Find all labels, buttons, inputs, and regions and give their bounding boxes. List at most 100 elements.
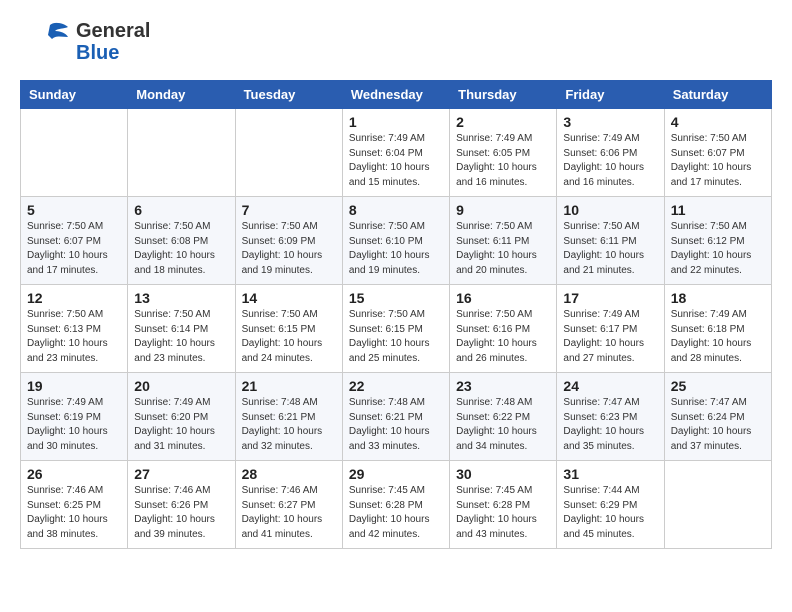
day-number: 10 [563,202,657,218]
day-number: 9 [456,202,550,218]
calendar-cell: 18 Sunrise: 7:49 AMSunset: 6:18 PMDaylig… [664,285,771,373]
day-number: 21 [242,378,336,394]
day-detail: Sunrise: 7:47 AMSunset: 6:23 PMDaylight:… [563,396,657,454]
day-number: 8 [349,202,443,218]
day-number: 18 [671,290,765,306]
day-number: 16 [456,290,550,306]
calendar-cell: 21 Sunrise: 7:48 AMSunset: 6:21 PMDaylig… [235,373,342,461]
calendar-cell: 12 Sunrise: 7:50 AMSunset: 6:13 PMDaylig… [21,285,128,373]
day-number: 3 [563,114,657,130]
calendar-cell: 14 Sunrise: 7:50 AMSunset: 6:15 PMDaylig… [235,285,342,373]
calendar-cell: 13 Sunrise: 7:50 AMSunset: 6:14 PMDaylig… [128,285,235,373]
logo: GeneralBlue [20,20,150,64]
day-detail: Sunrise: 7:49 AMSunset: 6:19 PMDaylight:… [27,396,121,454]
day-number: 1 [349,114,443,130]
calendar-cell: 20 Sunrise: 7:49 AMSunset: 6:20 PMDaylig… [128,373,235,461]
day-number: 23 [456,378,550,394]
calendar-cell [664,461,771,549]
calendar-cell: 3 Sunrise: 7:49 AMSunset: 6:06 PMDayligh… [557,109,664,197]
logo-blue-text: Blue [76,42,150,64]
calendar-cell: 4 Sunrise: 7:50 AMSunset: 6:07 PMDayligh… [664,109,771,197]
calendar-cell: 1 Sunrise: 7:49 AMSunset: 6:04 PMDayligh… [342,109,449,197]
weekday-header-friday: Friday [557,81,664,109]
day-detail: Sunrise: 7:50 AMSunset: 6:09 PMDaylight:… [242,220,336,278]
day-number: 26 [27,466,121,482]
day-detail: Sunrise: 7:48 AMSunset: 6:22 PMDaylight:… [456,396,550,454]
day-detail: Sunrise: 7:50 AMSunset: 6:13 PMDaylight:… [27,308,121,366]
calendar-cell: 17 Sunrise: 7:49 AMSunset: 6:17 PMDaylig… [557,285,664,373]
day-number: 17 [563,290,657,306]
day-number: 30 [456,466,550,482]
calendar-cell: 24 Sunrise: 7:47 AMSunset: 6:23 PMDaylig… [557,373,664,461]
day-number: 6 [134,202,228,218]
calendar-cell: 8 Sunrise: 7:50 AMSunset: 6:10 PMDayligh… [342,197,449,285]
weekday-header-tuesday: Tuesday [235,81,342,109]
calendar-cell: 28 Sunrise: 7:46 AMSunset: 6:27 PMDaylig… [235,461,342,549]
day-number: 25 [671,378,765,394]
day-number: 29 [349,466,443,482]
day-detail: Sunrise: 7:49 AMSunset: 6:05 PMDaylight:… [456,132,550,190]
calendar-cell: 7 Sunrise: 7:50 AMSunset: 6:09 PMDayligh… [235,197,342,285]
day-number: 24 [563,378,657,394]
weekday-header-wednesday: Wednesday [342,81,449,109]
weekday-header-saturday: Saturday [664,81,771,109]
day-number: 15 [349,290,443,306]
page-header: GeneralBlue [20,20,772,64]
day-number: 4 [671,114,765,130]
day-detail: Sunrise: 7:48 AMSunset: 6:21 PMDaylight:… [349,396,443,454]
calendar-cell: 16 Sunrise: 7:50 AMSunset: 6:16 PMDaylig… [450,285,557,373]
day-detail: Sunrise: 7:45 AMSunset: 6:28 PMDaylight:… [349,484,443,542]
day-detail: Sunrise: 7:50 AMSunset: 6:10 PMDaylight:… [349,220,443,278]
calendar-cell: 15 Sunrise: 7:50 AMSunset: 6:15 PMDaylig… [342,285,449,373]
calendar-cell: 31 Sunrise: 7:44 AMSunset: 6:29 PMDaylig… [557,461,664,549]
week-row-3: 12 Sunrise: 7:50 AMSunset: 6:13 PMDaylig… [21,285,772,373]
calendar-cell [128,109,235,197]
week-row-5: 26 Sunrise: 7:46 AMSunset: 6:25 PMDaylig… [21,461,772,549]
calendar-cell: 26 Sunrise: 7:46 AMSunset: 6:25 PMDaylig… [21,461,128,549]
calendar-table: SundayMondayTuesdayWednesdayThursdayFrid… [20,80,772,549]
weekday-header-thursday: Thursday [450,81,557,109]
day-number: 12 [27,290,121,306]
calendar-cell: 11 Sunrise: 7:50 AMSunset: 6:12 PMDaylig… [664,197,771,285]
calendar-cell [21,109,128,197]
day-number: 2 [456,114,550,130]
day-detail: Sunrise: 7:44 AMSunset: 6:29 PMDaylight:… [563,484,657,542]
calendar-cell: 27 Sunrise: 7:46 AMSunset: 6:26 PMDaylig… [128,461,235,549]
calendar-cell: 10 Sunrise: 7:50 AMSunset: 6:11 PMDaylig… [557,197,664,285]
calendar-cell: 22 Sunrise: 7:48 AMSunset: 6:21 PMDaylig… [342,373,449,461]
day-detail: Sunrise: 7:50 AMSunset: 6:08 PMDaylight:… [134,220,228,278]
day-detail: Sunrise: 7:49 AMSunset: 6:04 PMDaylight:… [349,132,443,190]
calendar-cell: 6 Sunrise: 7:50 AMSunset: 6:08 PMDayligh… [128,197,235,285]
day-detail: Sunrise: 7:49 AMSunset: 6:18 PMDaylight:… [671,308,765,366]
day-detail: Sunrise: 7:50 AMSunset: 6:11 PMDaylight:… [563,220,657,278]
day-number: 27 [134,466,228,482]
day-detail: Sunrise: 7:50 AMSunset: 6:07 PMDaylight:… [671,132,765,190]
day-detail: Sunrise: 7:46 AMSunset: 6:26 PMDaylight:… [134,484,228,542]
calendar-cell: 25 Sunrise: 7:47 AMSunset: 6:24 PMDaylig… [664,373,771,461]
day-number: 13 [134,290,228,306]
calendar-cell: 9 Sunrise: 7:50 AMSunset: 6:11 PMDayligh… [450,197,557,285]
day-number: 11 [671,202,765,218]
day-number: 22 [349,378,443,394]
calendar-cell: 30 Sunrise: 7:45 AMSunset: 6:28 PMDaylig… [450,461,557,549]
day-detail: Sunrise: 7:45 AMSunset: 6:28 PMDaylight:… [456,484,550,542]
calendar-cell [235,109,342,197]
calendar-cell: 19 Sunrise: 7:49 AMSunset: 6:19 PMDaylig… [21,373,128,461]
day-detail: Sunrise: 7:50 AMSunset: 6:15 PMDaylight:… [349,308,443,366]
day-detail: Sunrise: 7:49 AMSunset: 6:17 PMDaylight:… [563,308,657,366]
day-number: 14 [242,290,336,306]
day-number: 20 [134,378,228,394]
logo-general-text: General [76,20,150,42]
day-detail: Sunrise: 7:50 AMSunset: 6:15 PMDaylight:… [242,308,336,366]
week-row-4: 19 Sunrise: 7:49 AMSunset: 6:19 PMDaylig… [21,373,772,461]
day-detail: Sunrise: 7:50 AMSunset: 6:12 PMDaylight:… [671,220,765,278]
weekday-header-row: SundayMondayTuesdayWednesdayThursdayFrid… [21,81,772,109]
day-number: 31 [563,466,657,482]
calendar-cell: 2 Sunrise: 7:49 AMSunset: 6:05 PMDayligh… [450,109,557,197]
calendar-cell: 29 Sunrise: 7:45 AMSunset: 6:28 PMDaylig… [342,461,449,549]
day-number: 28 [242,466,336,482]
day-detail: Sunrise: 7:48 AMSunset: 6:21 PMDaylight:… [242,396,336,454]
day-detail: Sunrise: 7:50 AMSunset: 6:16 PMDaylight:… [456,308,550,366]
day-detail: Sunrise: 7:46 AMSunset: 6:25 PMDaylight:… [27,484,121,542]
day-detail: Sunrise: 7:50 AMSunset: 6:07 PMDaylight:… [27,220,121,278]
